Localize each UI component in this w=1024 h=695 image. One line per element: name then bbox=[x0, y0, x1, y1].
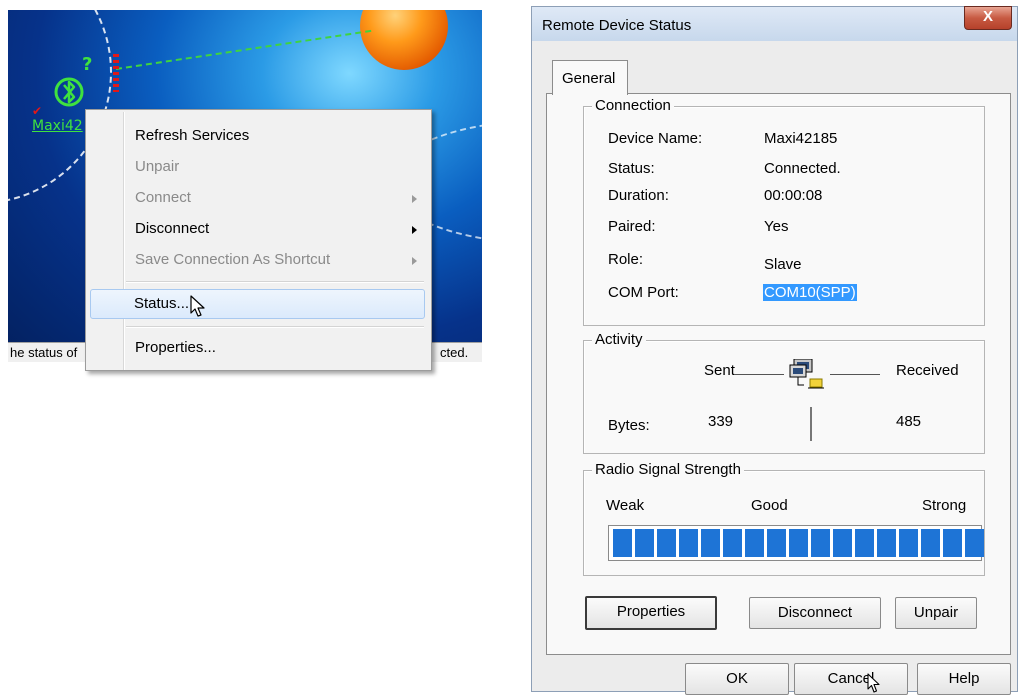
sent-label: Sent bbox=[704, 362, 735, 379]
received-line bbox=[830, 374, 880, 375]
menu-item-save-connection-as-shortcut[interactable]: Save Connection As Shortcut bbox=[88, 246, 427, 274]
connection-group-title: Connection bbox=[592, 97, 674, 114]
disconnect-button[interactable]: Disconnect bbox=[749, 597, 881, 629]
signal-meter-segment bbox=[943, 529, 962, 557]
duration-value: 00:00:08 bbox=[764, 187, 823, 204]
signal-meter-segment bbox=[679, 529, 698, 557]
activity-group-title: Activity bbox=[592, 331, 646, 348]
role-label: Role: bbox=[608, 251, 644, 268]
menu-separator bbox=[126, 326, 424, 328]
remote-device-status-dialog: Remote Device Status X General Connectio… bbox=[531, 6, 1018, 695]
activity-group: Activity Sent Received Bytes: 339 485 bbox=[583, 331, 985, 454]
menu-separator bbox=[126, 281, 424, 283]
received-label: Received bbox=[896, 362, 959, 379]
bluetooth-device-icon[interactable] bbox=[52, 70, 86, 110]
role-value: Slave bbox=[764, 256, 802, 273]
signal-meter-segment bbox=[635, 529, 654, 557]
ok-button[interactable]: OK bbox=[685, 663, 789, 695]
com-port-value[interactable]: COM10(SPP) bbox=[763, 284, 857, 301]
menu-item-connect[interactable]: Connect bbox=[88, 184, 427, 212]
submenu-arrow-icon bbox=[412, 195, 417, 203]
signal-weak-label: Weak bbox=[606, 497, 645, 514]
help-button[interactable]: Help bbox=[917, 663, 1011, 695]
signal-meter-segment bbox=[613, 529, 632, 557]
unknown-service-icon: ? bbox=[82, 54, 93, 75]
bytes-label: Bytes: bbox=[608, 417, 650, 434]
tab-page-general: Connection Device Name: Maxi42185 Status… bbox=[546, 93, 1011, 655]
menu-item-label: Refresh Services bbox=[135, 127, 250, 144]
menu-item-unpair[interactable]: Unpair bbox=[88, 153, 427, 181]
menu-item-status[interactable]: Status... bbox=[90, 289, 425, 319]
menu-item-label: Properties... bbox=[135, 339, 216, 356]
signal-meter-segment bbox=[701, 529, 720, 557]
signal-meter-segment bbox=[833, 529, 852, 557]
duration-label: Duration: bbox=[608, 187, 669, 204]
bytes-received-value: 485 bbox=[896, 413, 922, 430]
status-bar-text-right: cted. bbox=[440, 345, 469, 360]
com-port-label: COM Port: bbox=[608, 284, 679, 301]
signal-meter-segment bbox=[745, 529, 764, 557]
sent-line bbox=[734, 374, 784, 375]
activity-divider-line bbox=[810, 407, 812, 441]
menu-item-label: Disconnect bbox=[135, 220, 210, 237]
device-label[interactable]: Maxi42 bbox=[32, 118, 83, 134]
checkmark-icon: ✔ bbox=[32, 104, 43, 118]
signal-meter-segment bbox=[855, 529, 874, 557]
status-bar-text-left: he status of bbox=[10, 345, 78, 360]
menu-item-label: Connect bbox=[135, 189, 191, 206]
properties-button[interactable]: Properties bbox=[585, 596, 717, 630]
menu-item-properties[interactable]: Properties... bbox=[88, 334, 427, 362]
signal-meter-segment bbox=[899, 529, 918, 557]
menu-item-label: Unpair bbox=[135, 158, 180, 175]
local-device-sun-icon[interactable] bbox=[360, 10, 448, 70]
device-name-label: Device Name: bbox=[608, 130, 703, 147]
submenu-arrow-icon bbox=[412, 257, 417, 265]
tab-general[interactable]: General bbox=[552, 60, 628, 95]
connection-group: Connection Device Name: Maxi42185 Status… bbox=[583, 97, 985, 326]
close-icon: X bbox=[982, 8, 993, 25]
signal-meter-segment bbox=[811, 529, 830, 557]
menu-item-label: Save Connection As Shortcut bbox=[135, 251, 331, 268]
cancel-button[interactable]: Cancel bbox=[794, 663, 908, 695]
menu-item-disconnect[interactable]: Disconnect bbox=[88, 215, 427, 243]
submenu-arrow-icon bbox=[412, 226, 417, 234]
mouse-cursor-icon bbox=[190, 295, 205, 317]
signal-meter-segment bbox=[877, 529, 896, 557]
signal-meter-segment bbox=[657, 529, 676, 557]
signal-strength-group-title: Radio Signal Strength bbox=[592, 461, 744, 478]
signal-good-label: Good bbox=[751, 497, 788, 514]
signal-meter-segment bbox=[921, 529, 940, 557]
dialog-title: Remote Device Status bbox=[542, 17, 692, 34]
paired-label: Paired: bbox=[608, 218, 656, 235]
signal-meter-segment bbox=[767, 529, 786, 557]
title-bar[interactable]: Remote Device Status X bbox=[532, 6, 1017, 41]
signal-strong-label: Strong bbox=[922, 497, 967, 514]
menu-item-refresh-services[interactable]: Refresh Services bbox=[88, 122, 427, 150]
context-menu: Refresh Services Unpair Connect Disconne… bbox=[85, 109, 432, 371]
status-value: Connected. bbox=[764, 160, 841, 177]
bytes-sent-value: 339 bbox=[708, 413, 734, 430]
signal-indicator-icon bbox=[113, 54, 119, 92]
menu-item-label: Status... bbox=[134, 295, 190, 312]
unpair-button[interactable]: Unpair bbox=[895, 597, 977, 629]
connection-link-line bbox=[115, 29, 372, 70]
signal-meter-segment bbox=[965, 529, 984, 557]
device-name-value: Maxi42185 bbox=[764, 130, 838, 147]
paired-value: Yes bbox=[764, 218, 789, 235]
close-button[interactable]: X bbox=[964, 6, 1012, 30]
network-computers-icon bbox=[789, 359, 824, 389]
signal-strength-group: Radio Signal Strength Weak Good Strong bbox=[583, 461, 985, 576]
signal-meter-segment bbox=[723, 529, 742, 557]
signal-strength-meter bbox=[608, 525, 984, 561]
status-label: Status: bbox=[608, 160, 655, 177]
signal-meter-segment bbox=[789, 529, 808, 557]
mouse-cursor-icon bbox=[867, 673, 880, 693]
tab-label: General bbox=[562, 70, 616, 87]
